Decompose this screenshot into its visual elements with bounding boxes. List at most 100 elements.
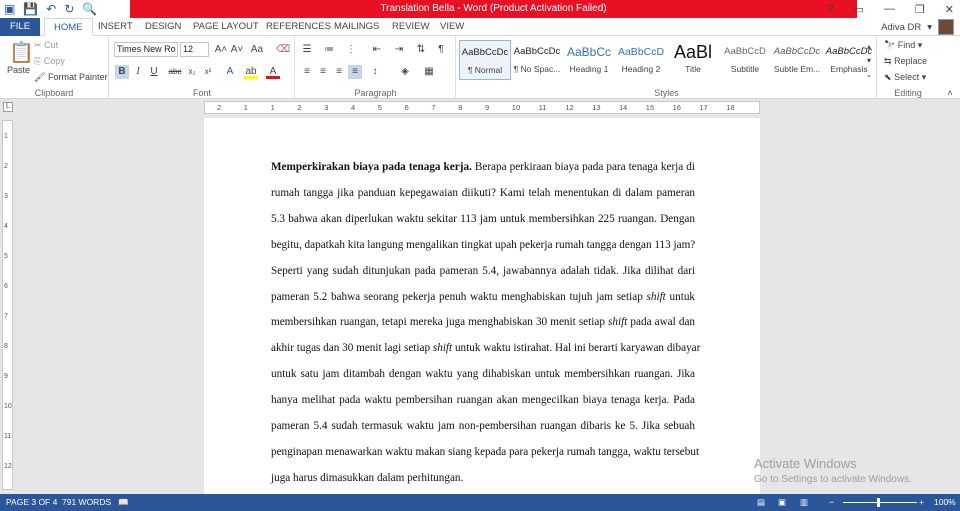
- bold-icon[interactable]: B: [115, 65, 129, 79]
- tab-review[interactable]: REVIEW: [392, 18, 429, 36]
- shrink-font-icon[interactable]: A˅: [230, 43, 244, 57]
- help-button[interactable]: ?: [827, 3, 833, 15]
- avatar[interactable]: [938, 19, 954, 35]
- grow-font-icon[interactable]: A˄: [214, 43, 228, 57]
- align-center-icon[interactable]: ≡: [316, 65, 330, 79]
- minimize-button[interactable]: —: [884, 3, 895, 15]
- restore-button[interactable]: ❐: [915, 3, 925, 16]
- tab-home[interactable]: HOME: [44, 18, 93, 36]
- tab-references[interactable]: REFERENCES: [266, 18, 331, 36]
- ribbon-display-button[interactable]: ▭: [854, 3, 864, 16]
- sort-icon[interactable]: ⇅: [414, 43, 428, 57]
- document-line[interactable]: untuk satu jam ditambah dengan waktu yan…: [271, 362, 695, 388]
- decrease-indent-icon[interactable]: ⇤: [370, 43, 384, 57]
- document-line[interactable]: Seperti yang sudah ditunjukan pada pamer…: [271, 259, 695, 285]
- tab-file[interactable]: FILE: [0, 18, 40, 36]
- paste-icon[interactable]: 📋: [9, 40, 34, 65]
- word-count[interactable]: 791 WORDS: [62, 494, 111, 511]
- tab-design[interactable]: DESIGN: [145, 18, 181, 36]
- italic-icon[interactable]: I: [131, 65, 145, 79]
- styles-scroll-up-icon[interactable]: ▴: [862, 40, 876, 54]
- strikethrough-icon[interactable]: abc: [168, 65, 182, 79]
- change-case-icon[interactable]: Aa: [250, 43, 264, 57]
- style-subtitle[interactable]: AaBbCcD Subtitle: [719, 40, 771, 80]
- subscript-icon[interactable]: x₂: [185, 65, 199, 79]
- document-line[interactable]: begitu, dapatkah kita langung mengalikan…: [271, 233, 695, 259]
- collapse-ribbon-icon[interactable]: ˄: [943, 86, 957, 100]
- tab-selector[interactable]: L: [3, 102, 13, 112]
- zoom-slider-thumb[interactable]: [877, 498, 880, 507]
- underline-icon[interactable]: U: [147, 65, 161, 79]
- web-layout-icon[interactable]: ▥: [800, 494, 808, 511]
- shading-icon[interactable]: ◈: [398, 65, 412, 79]
- highlight-icon[interactable]: ab: [244, 65, 258, 79]
- style-title[interactable]: AaBl Title: [667, 40, 719, 80]
- tab-mailings[interactable]: MAILINGS: [334, 18, 379, 36]
- read-mode-icon[interactable]: ▤: [757, 494, 765, 511]
- tab-page-layout[interactable]: PAGE LAYOUT: [193, 18, 259, 36]
- style-subtle-emphasis[interactable]: AaBbCcDc Subtle Em...: [771, 40, 823, 80]
- font-color-icon[interactable]: A: [266, 65, 280, 79]
- styles-scroll-down-icon[interactable]: ▾: [862, 54, 876, 68]
- horizontal-ruler[interactable]: 2 1 1 2 3 4 5 6 7 8 9 10 11 12 13 14 15 16 17 18: [204, 101, 760, 114]
- document-page[interactable]: Memperkirakan biaya pada tenaga kerja. B…: [204, 118, 760, 494]
- find-button[interactable]: 🔭 Find ▾: [884, 40, 922, 51]
- document-line[interactable]: pameran 5.2 bahwa seorang pekerja penuh …: [271, 285, 695, 311]
- tab-insert[interactable]: INSERT: [98, 18, 133, 36]
- justify-icon[interactable]: ≡: [348, 65, 362, 79]
- vertical-scrollbar[interactable]: [950, 102, 960, 492]
- redo-icon[interactable]: ↻: [64, 2, 74, 16]
- increase-indent-icon[interactable]: ⇥: [392, 43, 406, 57]
- paste-button[interactable]: Paste: [7, 65, 30, 75]
- numbering-icon[interactable]: ≔: [322, 43, 336, 57]
- copy-button[interactable]: ⎘ Copy: [34, 56, 65, 67]
- align-right-icon[interactable]: ≡: [332, 65, 346, 79]
- clear-formatting-icon[interactable]: ⌫: [276, 43, 290, 57]
- proofing-icon[interactable]: 📖: [118, 494, 129, 511]
- zoom-in-icon[interactable]: +: [919, 494, 924, 511]
- document-line[interactable]: akhir tugas dan 30 menit lagi setiap shi…: [271, 336, 700, 362]
- zoom-level[interactable]: 100%: [934, 494, 956, 511]
- line-spacing-icon[interactable]: ↕: [368, 65, 382, 79]
- multilevel-list-icon[interactable]: ⋮: [344, 43, 358, 57]
- document-line[interactable]: juga harus dimasukkan dalam perhitungan.: [271, 466, 695, 492]
- style-normal[interactable]: AaBbCcDc ¶ Normal: [459, 40, 511, 80]
- text-effects-icon[interactable]: A: [223, 65, 237, 79]
- document-line[interactable]: penginapan menawarkan waktu makan siang …: [271, 440, 699, 466]
- document-line[interactable]: hanya melihat pada waktu pembersihan rua…: [271, 388, 695, 414]
- page-count[interactable]: PAGE 3 OF 4: [6, 494, 57, 511]
- vertical-ruler[interactable]: 1 2 3 4 5 6 7 8 9 10 11 12: [2, 120, 13, 490]
- user-account[interactable]: Adiva DR ▾: [881, 18, 954, 36]
- font-size-combo[interactable]: 12: [180, 42, 209, 57]
- style-heading-2[interactable]: AaBbCcD Heading 2: [615, 40, 667, 80]
- print-layout-icon[interactable]: ▣: [778, 494, 786, 511]
- replace-button[interactable]: ⇆ Replace: [884, 56, 927, 67]
- zoom-slider[interactable]: [843, 502, 917, 503]
- show-marks-icon[interactable]: ¶: [434, 43, 448, 57]
- font-name-combo[interactable]: Times New Ro: [114, 42, 178, 57]
- zoom-out-icon[interactable]: −: [829, 494, 834, 511]
- save-icon[interactable]: 💾: [23, 2, 38, 16]
- ruler-tick: 1: [243, 103, 248, 112]
- document-line[interactable]: rumah tangga jika panduan kepegawaian di…: [271, 181, 695, 207]
- cut-button[interactable]: ✂ Cut: [34, 40, 58, 51]
- undo-icon[interactable]: ↶: [46, 2, 56, 16]
- style-no-spacing[interactable]: AaBbCcDc ¶ No Spac...: [511, 40, 563, 80]
- document-line[interactable]: 5.3 bahwa akan diperlukan waktu sekitar …: [271, 207, 695, 233]
- print-preview-icon[interactable]: 🔍: [82, 2, 97, 16]
- align-left-icon[interactable]: ≡: [300, 65, 314, 79]
- bullets-icon[interactable]: ☰: [300, 43, 314, 57]
- style-heading-1[interactable]: AaBbCc Heading 1: [563, 40, 615, 80]
- document-body[interactable]: Memperkirakan biaya pada tenaga kerja. B…: [271, 155, 700, 492]
- styles-more-icon[interactable]: ⌄: [862, 68, 876, 82]
- superscript-icon[interactable]: x²: [201, 65, 215, 79]
- close-button[interactable]: ✕: [945, 3, 954, 16]
- document-line[interactable]: Memperkirakan biaya pada tenaga kerja. B…: [271, 155, 695, 181]
- borders-icon[interactable]: ▦: [422, 65, 436, 79]
- bold-heading: Memperkirakan biaya pada tenaga kerja.: [271, 161, 472, 173]
- format-painter-button[interactable]: 🖌 Format Painter: [34, 72, 107, 83]
- select-button[interactable]: ⬉ Select ▾: [884, 72, 926, 83]
- tab-view[interactable]: VIEW: [440, 18, 464, 36]
- document-line[interactable]: pameran 5.4 sudah termasuk waktu jam non…: [271, 414, 695, 440]
- document-line[interactable]: membersihkan ruangan, tetapi mereka juga…: [271, 310, 695, 336]
